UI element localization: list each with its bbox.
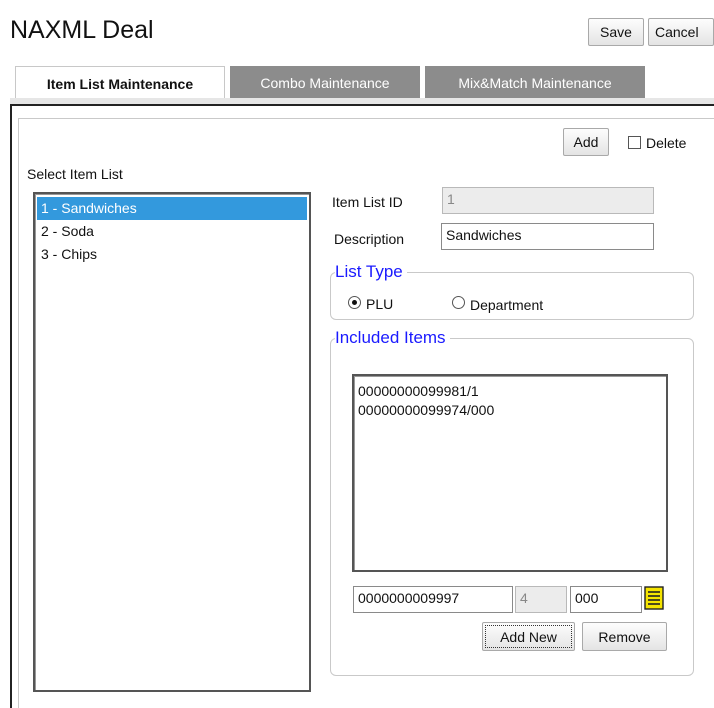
list-item[interactable]: 00000000099974/000 bbox=[354, 401, 666, 420]
item-list-id-field[interactable]: 1 bbox=[442, 187, 654, 214]
add-button[interactable]: Add bbox=[563, 128, 609, 156]
list-item[interactable]: 3 - Chips bbox=[37, 243, 307, 266]
cancel-button[interactable]: Cancel bbox=[648, 18, 714, 46]
tab-item-list-maintenance[interactable]: Item List Maintenance bbox=[15, 66, 225, 100]
plu-radio[interactable] bbox=[348, 296, 361, 309]
check-digit-field: 4 bbox=[515, 586, 567, 613]
delete-label: Delete bbox=[646, 135, 687, 151]
description-label: Description bbox=[334, 231, 405, 247]
select-item-list-label: Select Item List bbox=[27, 166, 123, 182]
description-field[interactable]: Sandwiches bbox=[441, 223, 654, 250]
list-item[interactable]: 00000000099981/1 bbox=[354, 382, 666, 401]
tab-combo-maintenance[interactable]: Combo Maintenance bbox=[230, 66, 420, 100]
page-title: NAXML Deal bbox=[10, 16, 154, 44]
included-items-legend: Included Items bbox=[335, 328, 450, 348]
add-new-button[interactable]: Add New bbox=[482, 622, 575, 651]
list-item[interactable]: 2 - Soda bbox=[37, 220, 307, 243]
item-list-id-label: Item List ID bbox=[332, 194, 403, 210]
save-button[interactable]: Save bbox=[588, 18, 644, 46]
item-list-listbox[interactable]: 1 - Sandwiches 2 - Soda 3 - Chips bbox=[33, 192, 311, 692]
remove-button[interactable]: Remove bbox=[582, 622, 667, 651]
plu-code-input[interactable]: 0000000009997 bbox=[353, 586, 513, 613]
lookup-icon[interactable] bbox=[644, 586, 664, 610]
list-item[interactable]: 1 - Sandwiches bbox=[37, 197, 307, 220]
department-radio-label: Department bbox=[470, 297, 544, 313]
delete-checkbox[interactable] bbox=[628, 136, 641, 149]
modifier-input[interactable]: 000 bbox=[570, 586, 642, 613]
included-items-listbox[interactable]: 00000000099981/1 00000000099974/000 bbox=[352, 374, 668, 572]
tab-mix-match-maintenance[interactable]: Mix&Match Maintenance bbox=[425, 66, 645, 100]
plu-radio-label: PLU bbox=[366, 296, 394, 312]
department-radio[interactable] bbox=[452, 296, 465, 309]
list-type-legend: List Type bbox=[335, 262, 407, 282]
